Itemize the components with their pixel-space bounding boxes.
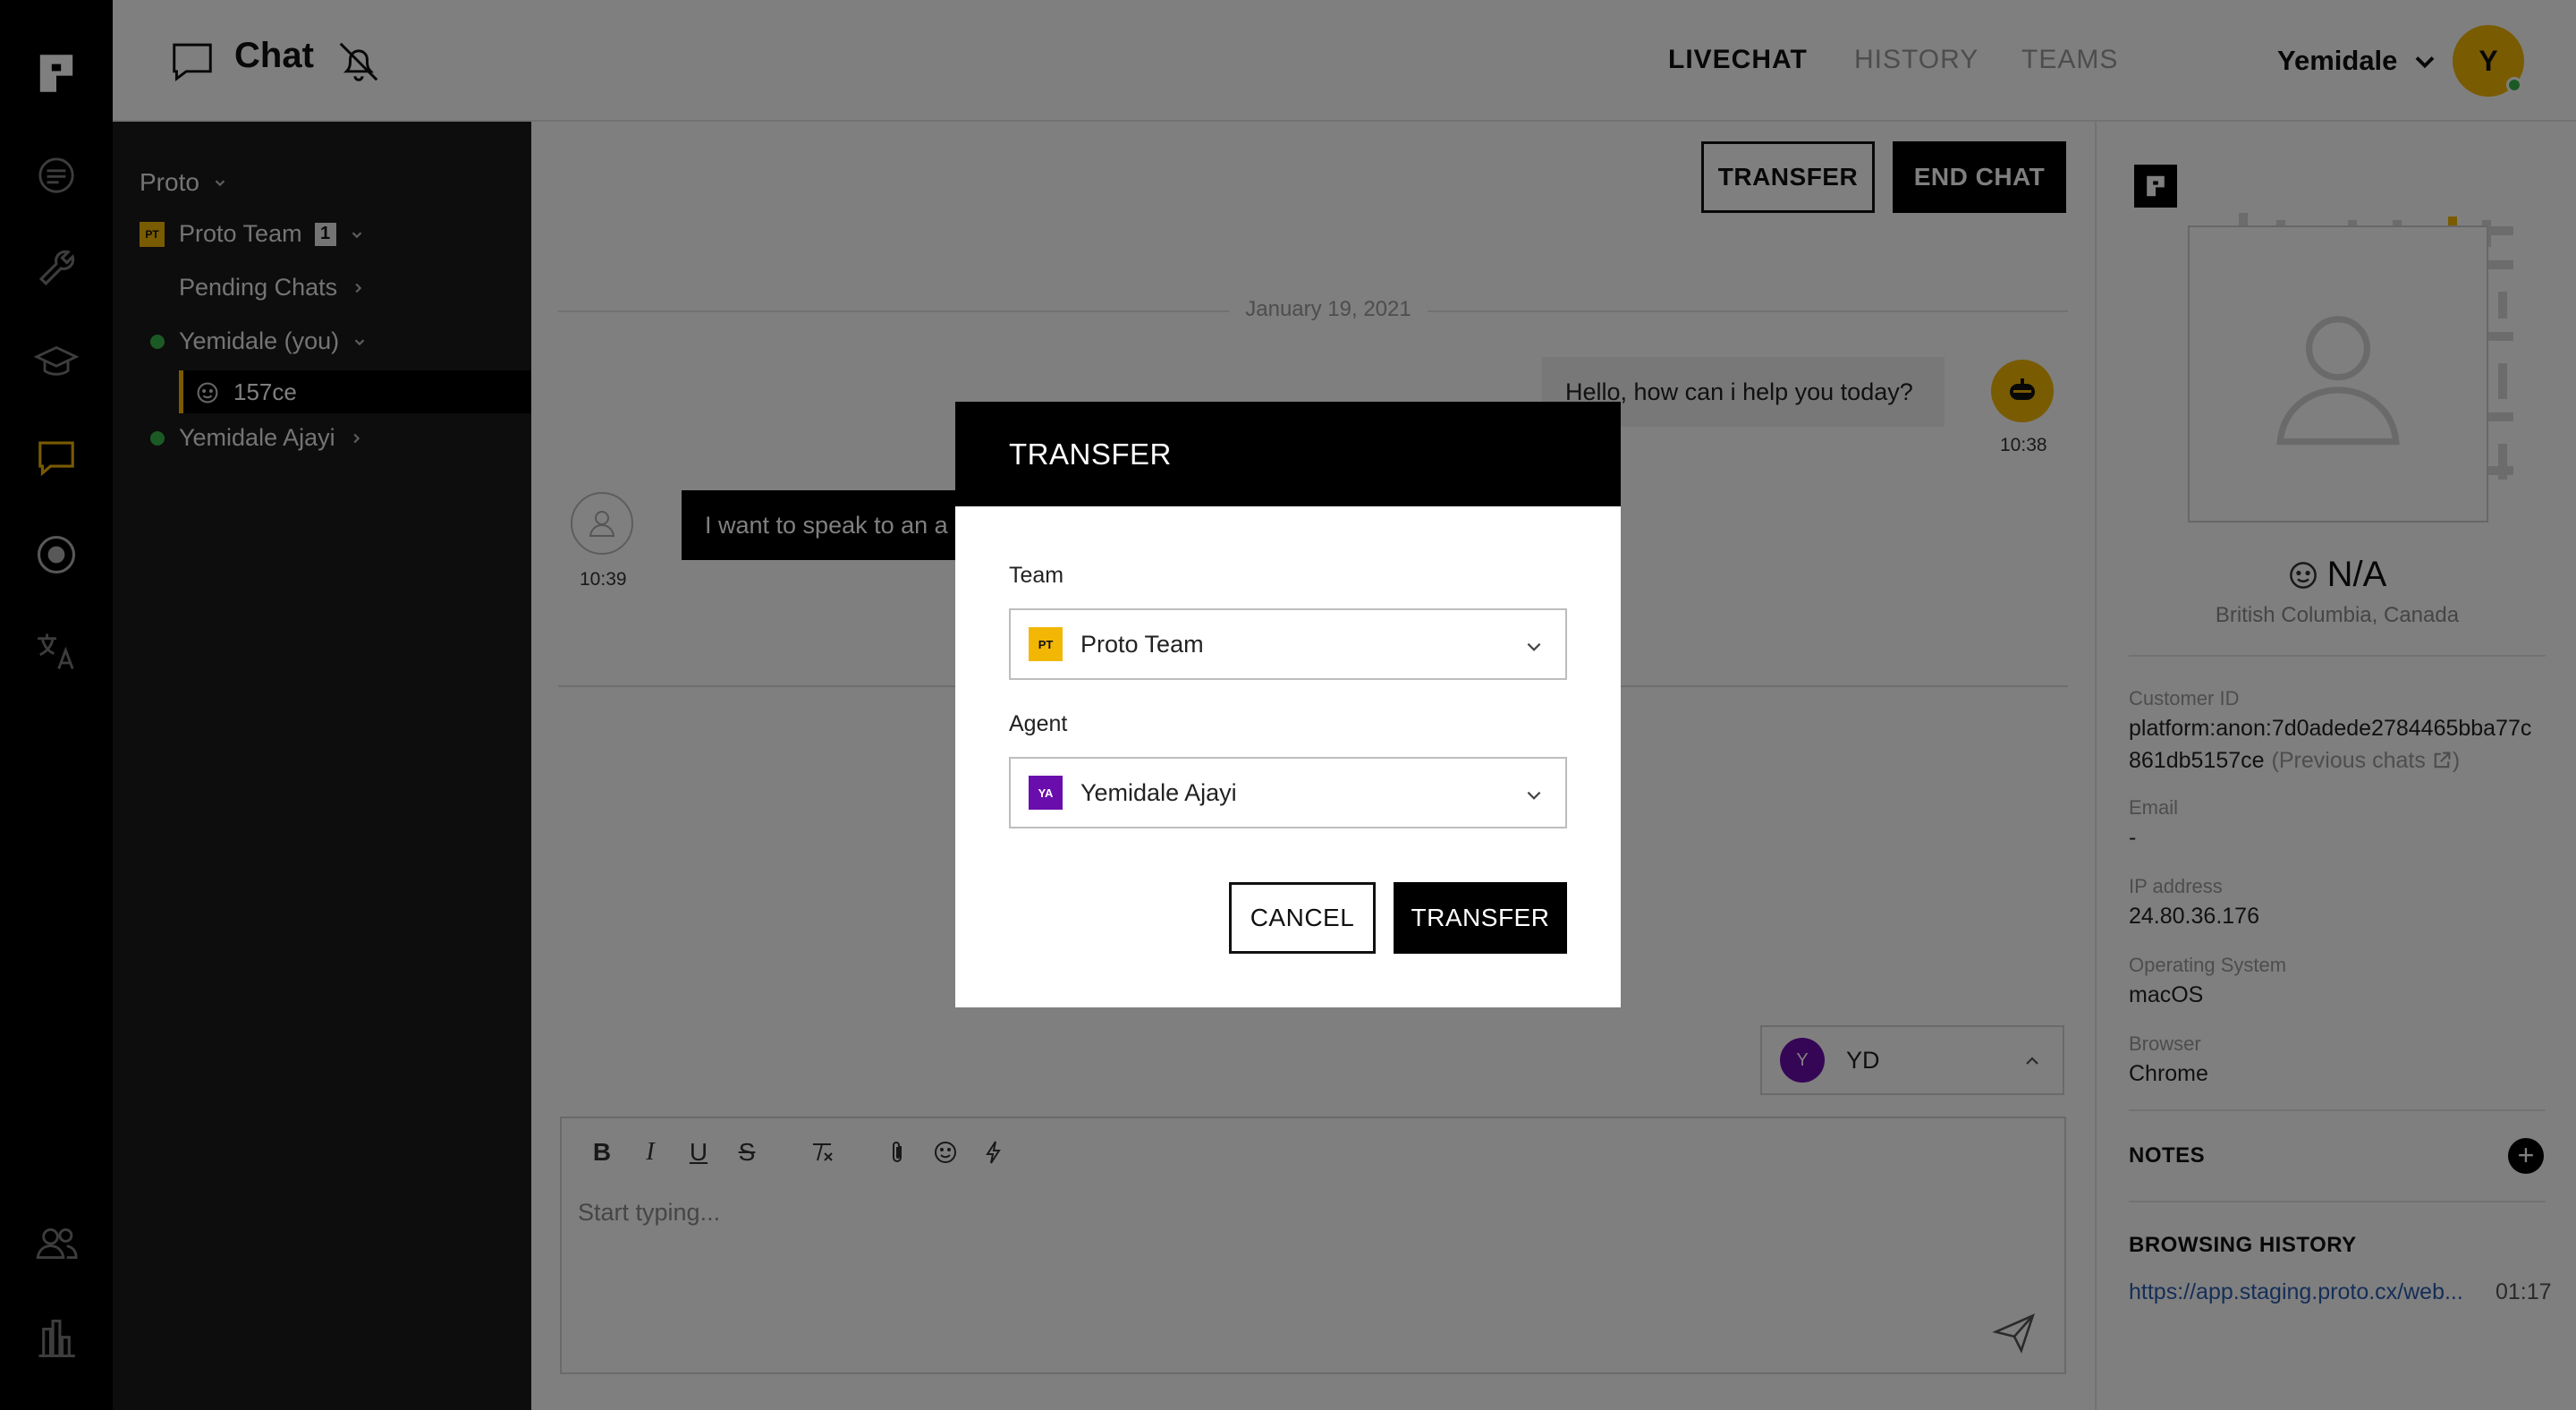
team-badge: PT: [1029, 627, 1063, 661]
confirm-transfer-button[interactable]: TRANSFER: [1394, 882, 1567, 954]
chevron-down-icon: [1527, 642, 1541, 651]
chevron-down-icon: [1527, 791, 1541, 800]
agent-label: Agent: [1009, 711, 1068, 736]
team-label: Team: [1009, 563, 1064, 588]
agent-badge: YA: [1029, 776, 1063, 810]
cancel-button[interactable]: CANCEL: [1229, 882, 1376, 954]
dialog-title: TRANSFER: [955, 402, 1621, 506]
transfer-dialog: TRANSFER Team PT Proto Team Agent YA Yem…: [955, 402, 1621, 1007]
team-select[interactable]: PT Proto Team: [1009, 608, 1567, 680]
agent-select[interactable]: YA Yemidale Ajayi: [1009, 757, 1567, 828]
